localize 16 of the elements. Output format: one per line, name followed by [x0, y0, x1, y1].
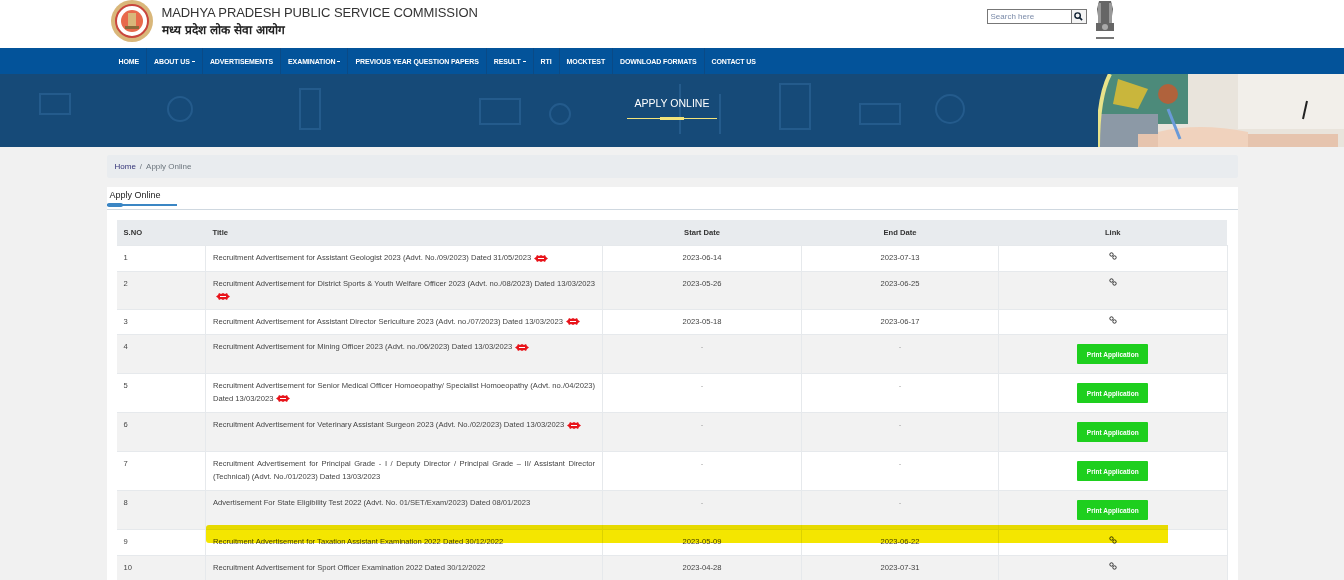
page-banner-title: APPLY ONLINE: [633, 97, 711, 109]
breadcrumb-link[interactable]: Home: [114, 162, 136, 171]
link-icon[interactable]: [1108, 561, 1117, 570]
search-field[interactable]: Search here: [986, 9, 1071, 24]
site-subtitle: मध्य प्रदेश लोक सेवा आयोग: [161, 22, 287, 38]
link-icon[interactable]: [1108, 315, 1117, 324]
site-title: MADHYA PRADESH PUBLIC SERVICE COMMISSION: [161, 5, 478, 20]
breadcrumb-current: Apply Online: [146, 162, 192, 171]
tab[interactable]: Apply Online: [106, 187, 177, 206]
breadcrumb-separator: /: [138, 162, 144, 171]
link-icon[interactable]: [1108, 252, 1117, 260]
link-icon[interactable]: [1108, 277, 1117, 286]
caret-icon: [191, 60, 195, 62]
search-icon[interactable]: [1074, 12, 1083, 21]
caret-icon: [522, 60, 526, 62]
caret-icon: [337, 60, 341, 62]
